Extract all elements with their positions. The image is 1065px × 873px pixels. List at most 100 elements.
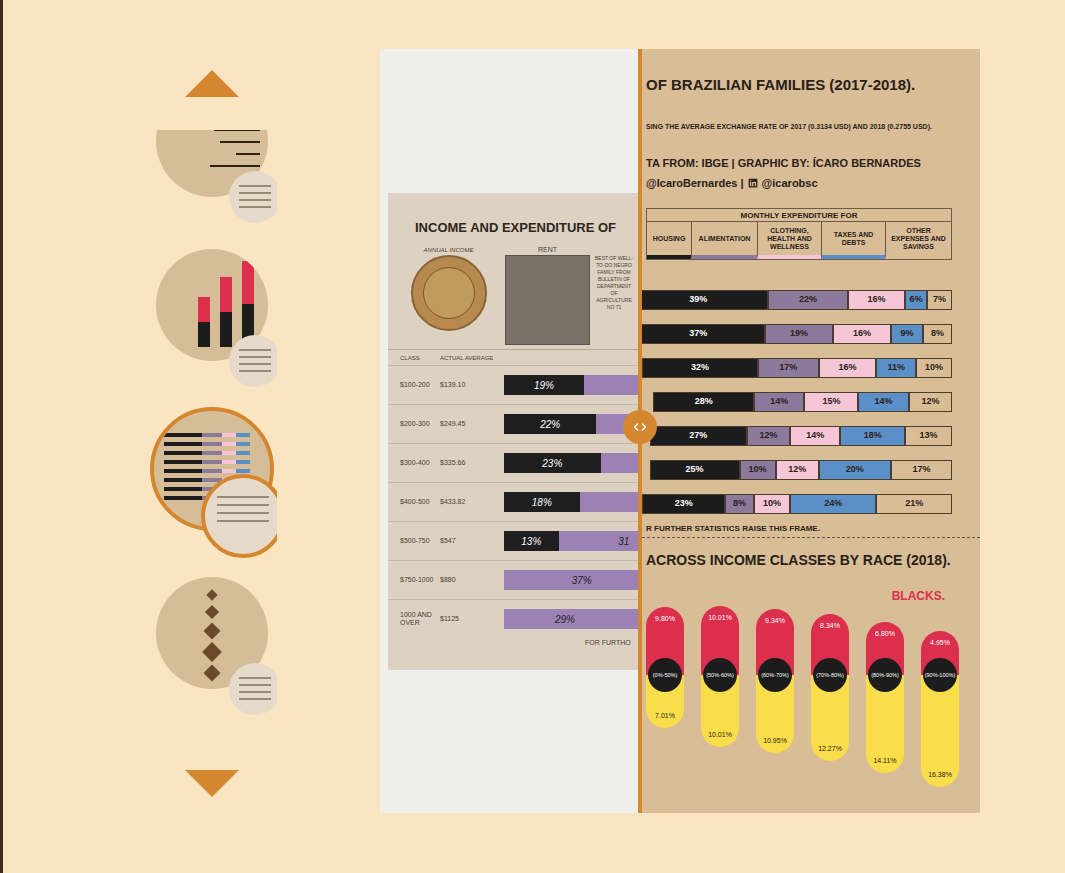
expenditure-segment: 37% (642, 324, 765, 344)
house-photo (505, 255, 590, 345)
class-cell: $500-750 (400, 537, 440, 545)
expenditure-segment: 16% (833, 324, 891, 344)
class-cell: $100-200 (400, 381, 440, 389)
others-share: 7.01% (646, 692, 684, 728)
food-segment (584, 375, 638, 395)
average-cell: $249.45 (440, 419, 496, 430)
blacks-share: 9.80% (646, 607, 684, 658)
column-header: OTHER EXPENSES AND SAVINGS (885, 222, 951, 259)
linkedin-icon (748, 178, 758, 188)
page: INCOME AND EXPENDITURE OFANNUAL INCOMERE… (0, 0, 1065, 873)
blacks-share: 9.34% (756, 609, 794, 658)
expenditure-segment: 20% (819, 460, 891, 480)
expenditure-segment: 17% (758, 358, 819, 378)
original-footer: FOR FURTHO (388, 638, 638, 648)
section-divider (642, 537, 980, 538)
expense-bar: 19% (504, 375, 638, 395)
thumbnail[interactable] (156, 249, 268, 361)
recreation-handles: @IcaroBernardes |@icarobsc (646, 175, 980, 191)
expenditure-segment: 8% (725, 494, 754, 514)
scroll-down-arrow-icon[interactable] (185, 770, 239, 797)
chevron-left-icon (630, 421, 642, 433)
rent-segment: 23% (504, 453, 601, 473)
recreation-credit: TA FROM: IBGE | GRAPHIC BY: ÍCARO BERNAR… (646, 155, 980, 171)
expenditure-segment: 16% (819, 358, 877, 378)
blacks-share: 8.34% (811, 614, 849, 658)
food-segment (601, 453, 638, 473)
expenditure-segment: 22% (768, 290, 847, 310)
expenditure-segment: 14% (754, 392, 804, 412)
expenditure-segment: 16% (848, 290, 906, 310)
thumbnail-preview (229, 335, 277, 387)
original-row: $400-500$433.8218% (388, 482, 638, 521)
thumbnail-navigator (147, 0, 277, 873)
others-share: 10.95% (756, 692, 794, 753)
class-label: (60%-70%) (758, 658, 792, 692)
seal-label: ANNUAL INCOME (424, 245, 474, 255)
expenditure-row: 23%8%10%24%21% (646, 494, 980, 514)
recreation-document: OF BRAZILIAN FAMILIES (2017-2018). SING T… (642, 49, 980, 787)
expense-bar: 29% (504, 609, 638, 629)
comparison-viewer[interactable]: INCOME AND EXPENDITURE OFANNUAL INCOMERE… (380, 49, 980, 813)
expenditure-row: 39%22%16%6%7% (646, 290, 980, 310)
others-share: 10.01% (701, 692, 739, 747)
expenditure-segment: 25% (650, 460, 740, 480)
rent-column: RENT (505, 245, 590, 349)
comparison-handle[interactable] (623, 410, 657, 444)
income-class-pill: 9.34%(60%-70%)10.95% (756, 606, 794, 753)
expenditure-segment: 19% (765, 324, 833, 344)
thumbnail-preview (229, 663, 277, 715)
income-class-pill: 8.34%(70%-80%)12.27% (811, 606, 849, 761)
recreation-footer: R FURTHER STATISTICS RAISE THIS FRAME. (646, 523, 980, 535)
thumbnail[interactable] (156, 577, 268, 689)
column-header: CLOTHING, HEALTH AND WELLNESS (757, 222, 821, 259)
legend: BLACKS. (646, 589, 980, 603)
original-row: $500-750$547 13%31 (388, 521, 638, 560)
others-share: 16.38% (921, 692, 959, 787)
expenditure-segment: 11% (876, 358, 916, 378)
expenditure-segment: 12% (776, 460, 819, 480)
food-segment: 29% (504, 609, 638, 629)
after-pane: OF BRAZILIAN FAMILIES (2017-2018). SING T… (642, 49, 980, 813)
original-row: $200-300$249.45 22% (388, 404, 638, 443)
expenditure-segment: 27% (650, 426, 747, 446)
expense-bar: 37% (504, 570, 638, 590)
expense-bar: 13%31 (504, 531, 638, 551)
class-cell: 1000 AND OVER (400, 611, 440, 627)
class-label: (70%-80%) (813, 658, 847, 692)
expenditure-segment: 10% (754, 494, 790, 514)
expenditure-segment: 23% (642, 494, 725, 514)
average-cell: $1125 (440, 614, 496, 625)
scroll-up-arrow-icon[interactable] (185, 70, 239, 97)
income-class-pill: 6.80%(80%-90%)14.11% (866, 606, 904, 773)
average-cell: $335.66 (440, 458, 496, 469)
others-share: 14.11% (866, 692, 904, 773)
average-cell: $547 (440, 536, 496, 547)
recreation-title: OF BRAZILIAN FAMILIES (2017-2018). (646, 73, 980, 97)
food-segment (580, 492, 638, 512)
thumbnail[interactable] (156, 413, 268, 525)
average-cell: $139.10 (440, 380, 496, 391)
expense-bar: 23% (504, 453, 638, 473)
blacks-share: 6.80% (866, 622, 904, 658)
class-label: (90%-100%) (923, 658, 957, 692)
expenditure-row: 27%12%14%18%13% (646, 426, 980, 446)
expenditure-segment: 6% (905, 290, 927, 310)
expenditure-segment: 17% (891, 460, 952, 480)
rent-segment: 22% (504, 414, 596, 434)
income-class-pill: 4.95%(90%-100%)16.38% (921, 606, 959, 787)
class-label: (0%-50%) (648, 658, 682, 692)
class-cell: $400-500 (400, 498, 440, 506)
expenditure-segment: 21% (876, 494, 952, 514)
rent-header: RENT (505, 245, 590, 255)
food-segment: 31 (559, 531, 638, 551)
thumbnail-preview (201, 474, 277, 558)
original-row: $750-1000$88037% (388, 560, 638, 599)
expenditure-segment: 8% (923, 324, 952, 344)
recreation-subtitle: SING THE AVERAGE EXCHANGE RATE OF 2017 (… (646, 121, 980, 133)
thumbnail-list (147, 130, 277, 770)
class-cell: $200-300 (400, 420, 440, 428)
source-note: BEST OF WELL-TO-DO NEGRO FAMILY FROM BUL… (590, 245, 638, 349)
expenditure-row: 28%14%15%14%12% (646, 392, 980, 412)
thumbnail[interactable] (156, 130, 268, 197)
